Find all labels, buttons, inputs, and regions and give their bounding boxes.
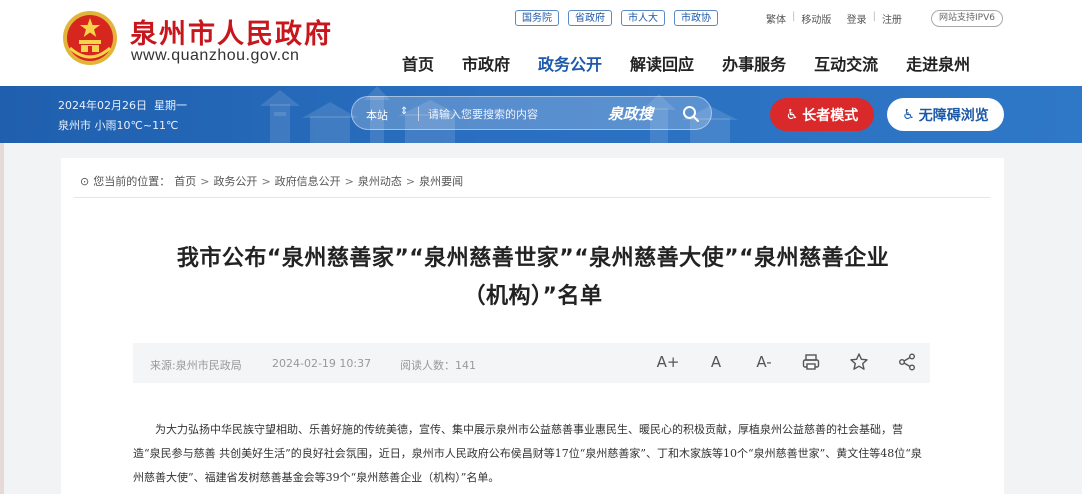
site-title[interactable]: 泉州市人民政府: [130, 12, 333, 51]
breadcrumb-gov-info[interactable]: 政府信息公开: [275, 173, 341, 189]
article-body: 为大力弘扬中华民族守望相助、乐善好施的传统美德，宣传、集中展示泉州市公益慈善事业…: [133, 423, 922, 484]
article-source: 来源:泉州市民政局: [150, 359, 242, 372]
util-separator: [837, 11, 840, 26]
article-read-count: 阅读人数：141: [400, 357, 476, 373]
breadcrumb-gov-affairs[interactable]: 政务公开: [213, 173, 257, 189]
top-link-state-council[interactable]: 国务院: [515, 10, 559, 26]
breadcrumb-quanzhou-headlines[interactable]: 泉州要闻: [419, 173, 463, 189]
search-brand-logo: 泉政搜: [608, 105, 654, 123]
breadcrumb-prefix: 您当前的位置：: [93, 175, 171, 188]
nav-city-government[interactable]: 市政府: [462, 51, 510, 75]
accessibility-label: 无障碍浏览: [918, 107, 989, 124]
top-link-cppcc[interactable]: 市政协: [674, 10, 718, 26]
nav-about-quanzhou[interactable]: 走进泉州: [906, 51, 970, 75]
current-weekday: 星期一: [154, 99, 187, 112]
breadcrumb-separator: >: [405, 174, 416, 188]
left-edge-shadow: [0, 143, 4, 494]
read-count-label: 阅读人数：: [400, 359, 455, 372]
util-separator: |: [872, 11, 876, 22]
top-link-peoples-congress[interactable]: 市人大: [621, 10, 665, 26]
breadcrumb-separator: >: [261, 174, 271, 188]
article-date: 2024-02-19 10:37: [272, 357, 372, 370]
wheelchair-icon: ♿: [902, 106, 915, 123]
article-title-line2: （机构）”名单: [463, 284, 603, 309]
utility-links: 繁体 | 移动版 登录 | 注册: [766, 11, 902, 26]
font-reset-button[interactable]: A: [706, 352, 726, 372]
site-url: www.quanzhou.gov.cn: [131, 47, 300, 64]
chevron-updown-icon[interactable]: ⇕: [400, 106, 408, 117]
breadcrumb-separator: >: [344, 174, 354, 188]
main-nav: 首页 市政府 政务公开 解读回应 办事服务 互动交流 走进泉州: [402, 51, 970, 75]
weather-display: 泉州市 小雨10℃~11℃: [58, 119, 179, 132]
breadcrumb: ⊙ 您当前的位置： 首页 > 政务公开 > 政府信息公开 > 泉州动态 > 泉州…: [80, 173, 463, 189]
top-link-provincial-gov[interactable]: 省政府: [568, 10, 612, 26]
print-icon[interactable]: [801, 352, 821, 372]
current-date: 2024年02月26日: [58, 99, 147, 112]
nav-interaction[interactable]: 互动交流: [814, 51, 878, 75]
search-icon[interactable]: [682, 105, 700, 123]
search-bar: 本站 ⇕ 泉政搜: [351, 96, 712, 130]
search-input[interactable]: [428, 105, 598, 123]
date-display: 2024年02月26日 星期一: [58, 97, 187, 113]
elder-mode-button[interactable]: ♿ 长者模式: [770, 98, 874, 131]
nav-interpretation[interactable]: 解读回应: [630, 51, 694, 75]
article-title: 我市公布“泉州慈善家”“泉州慈善世家”“泉州慈善大使”“泉州慈善企业 （机构）”…: [118, 240, 948, 316]
breadcrumb-quanzhou-news[interactable]: 泉州动态: [358, 173, 402, 189]
nav-home[interactable]: 首页: [402, 51, 434, 75]
site-header: 泉州市人民政府 www.quanzhou.gov.cn 国务院 省政府 市人大 …: [0, 0, 1082, 86]
share-icon[interactable]: [897, 352, 917, 372]
read-count-value: 141: [455, 359, 476, 372]
top-links: 国务院 省政府 市人大 市政协: [515, 10, 718, 26]
accessibility-button[interactable]: ♿ 无障碍浏览: [887, 98, 1004, 131]
breadcrumb-divider: [74, 197, 990, 198]
elder-mode-label: 长者模式: [802, 107, 859, 124]
register-link[interactable]: 注册: [882, 11, 902, 26]
article-title-line1: 我市公布“泉州慈善家”“泉州慈善世家”“泉州慈善大使”“泉州慈善企业: [176, 246, 890, 271]
page: 泉州市人民政府 www.quanzhou.gov.cn 国务院 省政府 市人大 …: [0, 0, 1082, 494]
elder-person-icon: ♿: [785, 106, 799, 123]
breadcrumb-separator: >: [200, 174, 210, 188]
location-pin-icon: ⊙: [80, 174, 90, 188]
breadcrumb-home[interactable]: 首页: [174, 173, 196, 189]
login-link[interactable]: 登录: [847, 11, 867, 26]
national-emblem-icon: [63, 11, 117, 65]
nav-services[interactable]: 办事服务: [722, 51, 786, 75]
mobile-version-link[interactable]: 移动版: [801, 11, 831, 26]
favorite-star-icon[interactable]: [849, 352, 869, 372]
traditional-chinese-link[interactable]: 繁体: [766, 11, 786, 26]
search-divider: [418, 107, 419, 121]
ipv6-badge: 网站支持IPV6: [931, 10, 1003, 27]
util-separator: |: [792, 11, 796, 22]
font-decrease-button[interactable]: A-: [754, 352, 774, 372]
font-increase-button[interactable]: A+: [657, 352, 680, 372]
search-scope-select[interactable]: 本站: [366, 107, 388, 123]
nav-government-affairs[interactable]: 政务公开: [538, 51, 602, 75]
